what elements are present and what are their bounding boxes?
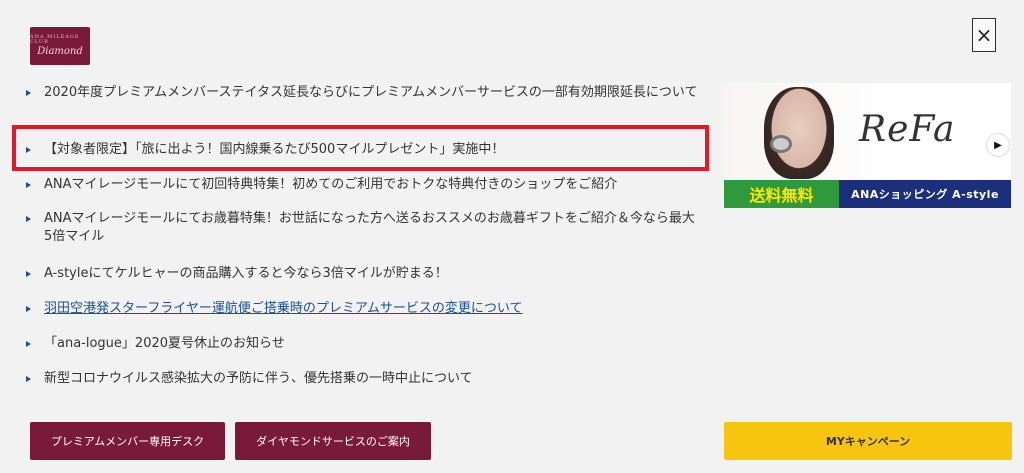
free-shipping-label: 送料無料 (724, 180, 839, 208)
bullet-arrow-icon (26, 216, 31, 222)
premium-desk-button[interactable]: プレミアムメンバー専用デスク (30, 422, 225, 460)
news-item[interactable]: 2020年度プレミアムメンバーステイタス延長ならびにプレミアムメンバーサービスの… (26, 84, 701, 102)
news-item-link[interactable]: 羽田空港発スターフライヤー運航便ご搭乗時のプレミアムサービスの変更について (26, 300, 701, 318)
roller-device-image (770, 135, 792, 153)
diamond-logo: ANA MILEAGE CLUB Diamond (30, 27, 90, 65)
news-item[interactable]: 「ana-logue」2020夏号休止のお知らせ (26, 335, 701, 353)
news-item-text[interactable]: 羽田空港発スターフライヤー運航便ご搭乗時のプレミアムサービスの変更について (44, 300, 701, 318)
logo-caption: ANA MILEAGE CLUB (30, 34, 80, 45)
close-button[interactable]: × (972, 18, 996, 52)
news-item-text: ANAマイレージモールにて初回特典特集！初めてのご利用でおトクな特典付きのショッ… (44, 177, 618, 192)
play-icon: ▶ (994, 139, 1002, 151)
banner-next-button[interactable]: ▶ (986, 133, 1010, 157)
shop-name-label: ANAショッピング A-style (839, 180, 1011, 208)
model-image (764, 87, 834, 179)
bullet-arrow-icon (26, 271, 31, 277)
my-campaign-button[interactable]: MYキャンペーン (724, 422, 1012, 460)
bullet-arrow-icon (26, 90, 31, 96)
banner-photo: ReFa (724, 83, 1011, 180)
highlight-frame (12, 125, 709, 171)
news-item-text: ANAマイレージモールにてお歳暮特集！お世話になった方へ送るおススメのお歳暮ギフ… (44, 211, 695, 244)
news-item[interactable]: 新型コロナウイルス感染拡大の予防に伴う、優先搭乗の一時中止について (26, 370, 701, 388)
news-item[interactable]: ANAマイレージモールにて初回特典特集！初めてのご利用でおトクな特典付きのショッ… (26, 176, 701, 194)
refa-banner[interactable]: ReFa ▶ 送料無料 ANAショッピング A-style (724, 83, 1011, 208)
banner-bar: 送料無料 ANAショッピング A-style (724, 180, 1011, 208)
news-item-text: 「ana-logue」2020夏号休止のお知らせ (44, 336, 285, 351)
bullet-arrow-icon (26, 376, 31, 382)
diamond-service-button[interactable]: ダイヤモンドサービスのご案内 (235, 422, 431, 460)
bullet-arrow-icon (26, 341, 31, 347)
news-item-text: A-styleにてケルヒャーの商品購入すると今なら3倍マイルが貯まる！ (44, 266, 448, 281)
logo-text: Diamond (37, 46, 83, 57)
news-item[interactable]: ANAマイレージモールにてお歳暮特集！お世話になった方へ送るおススメのお歳暮ギフ… (26, 210, 701, 246)
news-item-text: 新型コロナウイルス感染拡大の予防に伴う、優先搭乗の一時中止について (44, 371, 473, 386)
bullet-arrow-icon (26, 306, 31, 312)
close-icon: × (975, 23, 993, 47)
bullet-arrow-icon (26, 182, 31, 188)
news-item-text: 2020年度プレミアムメンバーステイタス延長ならびにプレミアムメンバーサービスの… (44, 85, 698, 100)
news-item[interactable]: A-styleにてケルヒャーの商品購入すると今なら3倍マイルが貯まる！ (26, 265, 701, 283)
banner-brand: ReFa (859, 109, 956, 150)
